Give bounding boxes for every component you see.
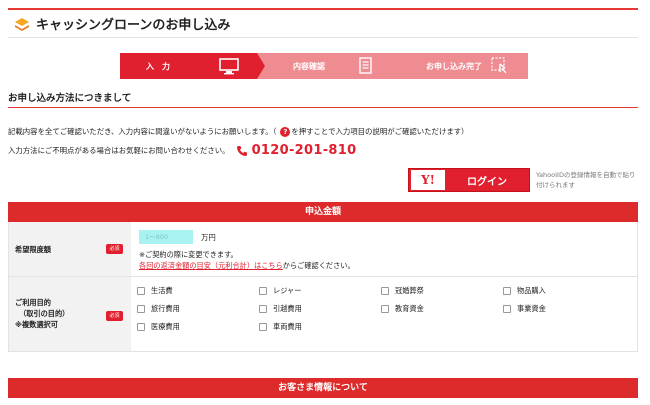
purpose-checkbox[interactable]: 教育資金: [381, 304, 424, 314]
required-badge: 必須: [106, 244, 123, 254]
desired-limit-input[interactable]: [139, 230, 193, 244]
page-title: キャッシングローンのお申し込み: [36, 18, 231, 33]
desired-limit-label: 希望限度額: [15, 245, 51, 254]
purpose-checkbox[interactable]: レジャー: [259, 286, 301, 296]
purpose-checkbox[interactable]: 旅行費用: [137, 304, 180, 314]
unit-label: 万円: [201, 233, 216, 242]
checkbox-box[interactable]: [259, 287, 267, 295]
step-complete: お申し込み完了: [394, 53, 528, 79]
checkbox-box[interactable]: [259, 305, 267, 313]
purpose-checkbox[interactable]: 引越費用: [259, 304, 302, 314]
touch-icon: [491, 57, 507, 74]
purpose-checkbox[interactable]: 生活費: [137, 286, 173, 296]
desired-limit-row: 希望限度額 必須 万円 ※ご契約の際に変更できます。 各回の返済金額の目安（元利…: [9, 222, 637, 277]
checkbox-box[interactable]: [137, 323, 145, 331]
purpose-checkbox[interactable]: 事業資金: [503, 304, 546, 314]
checkbox-box[interactable]: [381, 287, 389, 295]
page-header: キャッシングローンのお申し込み: [8, 8, 638, 38]
purpose-checkbox[interactable]: 医療費用: [137, 322, 180, 332]
purpose-sublabel: （取引の目的）: [19, 309, 70, 318]
customer-section-heading: お客さま情報について: [8, 378, 638, 398]
required-badge: 必須: [106, 311, 123, 321]
layers-icon: [15, 17, 29, 31]
step-label: 内容確認: [293, 62, 325, 71]
step-label: 入 力: [146, 62, 170, 71]
purpose-row: ご利用目的 （取引の目的） ※複数選択可 必須 生活費 レジャー 冠婚葬祭 物品…: [9, 277, 637, 351]
yahoo-logo: Y!: [411, 170, 445, 190]
multi-select-note: ※複数選択可: [15, 320, 58, 329]
purpose-checkbox[interactable]: 物品購入: [503, 286, 546, 296]
login-label: ログイン: [467, 176, 507, 188]
checkbox-box[interactable]: [503, 305, 511, 313]
phone-icon: [236, 145, 247, 156]
step-confirm: 内容確認: [257, 53, 402, 79]
checkbox-box[interactable]: [503, 287, 511, 295]
help-icon: ?: [280, 126, 291, 137]
repayment-note: 各回の返済金額の目安（元利合計）はこちらからご確認ください。: [139, 261, 355, 270]
checkbox-box[interactable]: [259, 323, 267, 331]
document-icon: [359, 57, 372, 74]
progress-steps: 入 力 内容確認 お申し込み完了: [120, 53, 528, 79]
purpose-checkbox[interactable]: 冠婚葬祭: [381, 286, 424, 296]
intro-line-1: 記載内容を全てご確認いただき、入力内容に間違いがないようにお願いします。（ ? …: [8, 126, 469, 137]
checkbox-box[interactable]: [137, 305, 145, 313]
intro-line-2: 入力方法にご不明点がある場合はお気軽にお問い合わせください。 0120-201-…: [8, 143, 357, 158]
yahoo-login-button[interactable]: Y! ログイン: [408, 168, 530, 192]
repayment-estimate-link[interactable]: 各回の返済金額の目安（元利合計）はこちら: [139, 261, 283, 270]
checkbox-box[interactable]: [137, 287, 145, 295]
login-note: YahooIIDの登録情報を自動で貼り付けられます: [536, 171, 636, 189]
limit-note: ※ご契約の際に変更できます。: [139, 250, 238, 259]
application-form: 希望限度額 必須 万円 ※ご契約の際に変更できます。 各回の返済金額の目安（元利…: [8, 222, 638, 352]
phone-number[interactable]: 0120-201-810: [252, 143, 357, 158]
monitor-icon: [219, 58, 239, 75]
purpose-checkbox[interactable]: 車両費用: [259, 322, 302, 332]
checkbox-box[interactable]: [381, 305, 389, 313]
amount-section-heading: 申込金額: [8, 202, 638, 222]
section-heading: お申し込み方法につきまして: [8, 90, 638, 108]
step-input: 入 力: [120, 53, 265, 79]
step-label: お申し込み完了: [426, 62, 482, 71]
purpose-label: ご利用目的: [15, 298, 51, 307]
